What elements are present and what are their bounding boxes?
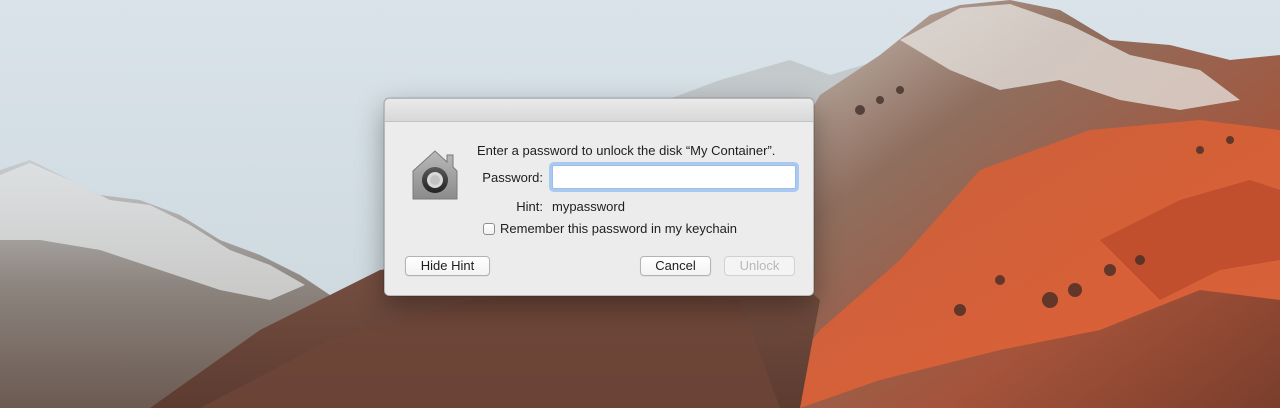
- hide-hint-button[interactable]: Hide Hint: [405, 256, 490, 276]
- remember-keychain-label: Remember this password in my keychain: [500, 221, 737, 236]
- hint-label: Hint:: [516, 199, 543, 214]
- cancel-button[interactable]: Cancel: [640, 256, 711, 276]
- hint-value: mypassword: [552, 199, 625, 214]
- dialog-message: Enter a password to unlock the disk “My …: [477, 143, 776, 158]
- password-field[interactable]: [552, 165, 796, 189]
- home-lock-icon: [407, 147, 463, 203]
- remember-keychain-option[interactable]: Remember this password in my keychain: [483, 221, 737, 236]
- dialog-titlebar[interactable]: [385, 99, 813, 122]
- desktop: Enter a password to unlock the disk “My …: [0, 0, 1280, 408]
- unlock-disk-dialog: Enter a password to unlock the disk “My …: [384, 98, 814, 296]
- remember-keychain-checkbox[interactable]: [483, 222, 495, 235]
- password-label: Password:: [482, 170, 543, 185]
- unlock-button[interactable]: Unlock: [724, 256, 795, 276]
